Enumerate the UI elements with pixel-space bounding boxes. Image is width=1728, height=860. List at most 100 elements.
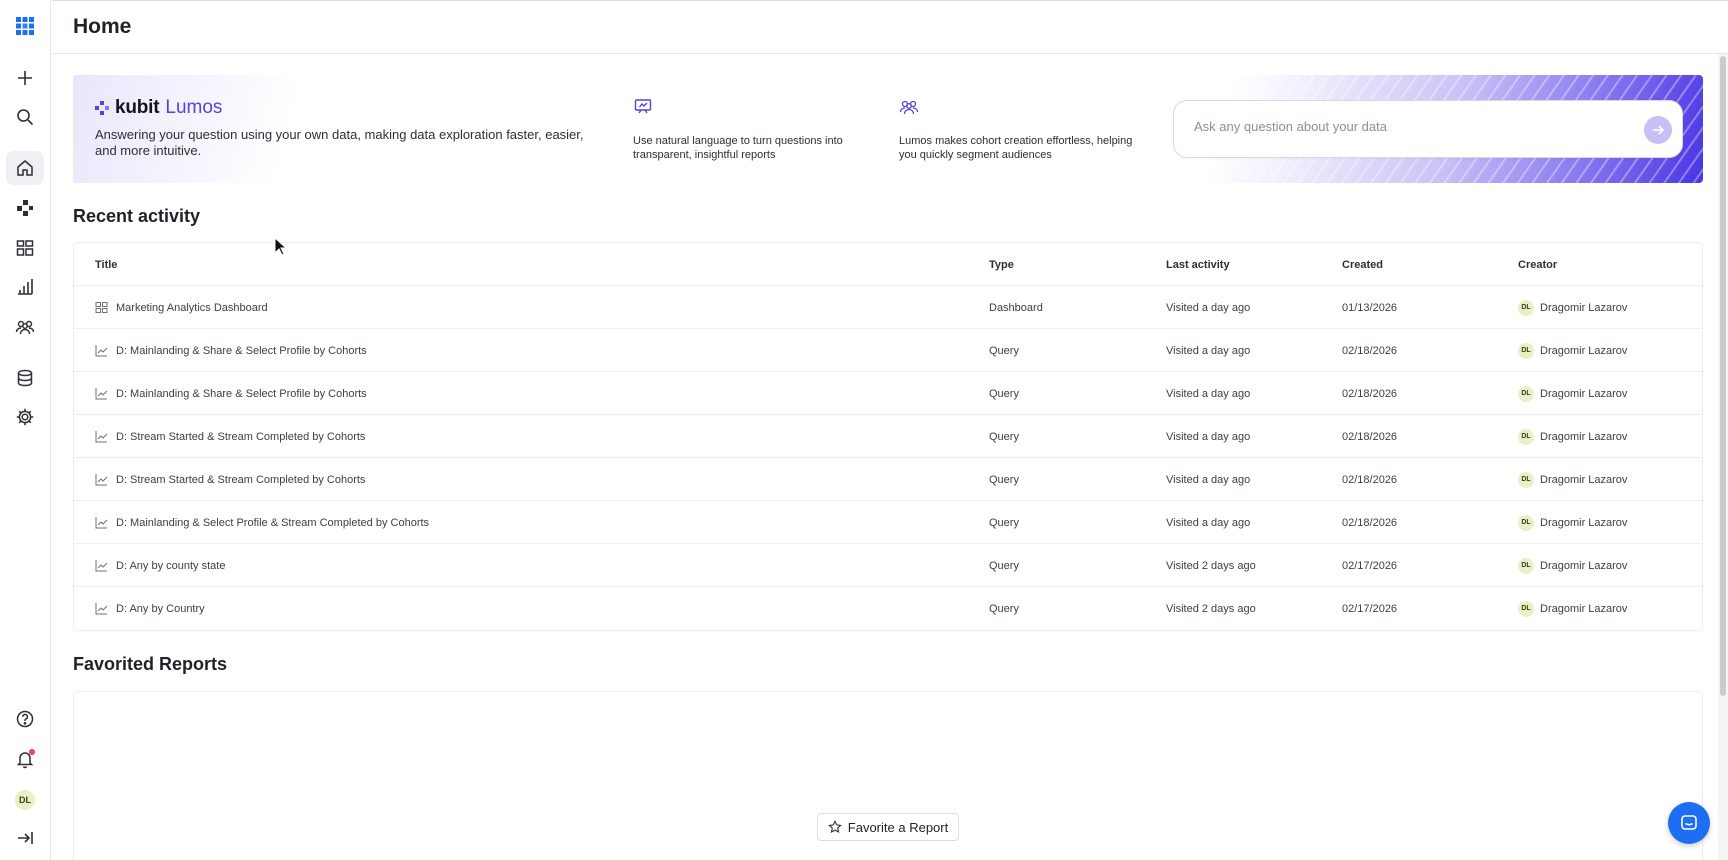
row-type: Query xyxy=(989,344,1019,357)
row-last-activity: Visited 2 days ago xyxy=(1166,602,1256,615)
nav-settings[interactable] xyxy=(6,400,44,434)
create-button[interactable] xyxy=(6,61,44,95)
row-title[interactable]: D: Stream Started & Stream Completed by … xyxy=(116,474,365,486)
bar-chart-icon xyxy=(18,279,33,295)
creator-avatar: DL xyxy=(1518,385,1534,402)
row-title[interactable]: D: Mainlanding & Share & Select Profile … xyxy=(116,388,367,400)
row-title[interactable]: D: Any by Country xyxy=(116,603,205,615)
nav-cohorts[interactable] xyxy=(6,310,44,344)
row-created: 02/18/2026 xyxy=(1342,387,1398,400)
nav-flows[interactable] xyxy=(6,191,44,225)
row-title[interactable]: D: Mainlanding & Select Profile & Stream… xyxy=(116,517,429,529)
line-chart-icon xyxy=(95,603,108,615)
nav-home[interactable] xyxy=(6,151,44,185)
row-last-activity: Visited a day ago xyxy=(1166,430,1251,443)
line-chart-icon xyxy=(95,474,108,486)
row-type: Dashboard xyxy=(989,301,1043,314)
row-type: Query xyxy=(989,387,1019,400)
row-last-activity: Visited a day ago xyxy=(1166,344,1251,357)
row-title[interactable]: D: Any by county state xyxy=(116,560,225,572)
row-creator: Dragomir Lazarov xyxy=(1540,301,1628,314)
row-created: 02/17/2026 xyxy=(1342,602,1398,615)
table-row[interactable]: D: Stream Started & Stream Completed by … xyxy=(74,415,1702,458)
plus-icon xyxy=(18,71,32,85)
creator-avatar: DL xyxy=(1518,514,1534,531)
ask-submit-button[interactable] xyxy=(1644,116,1672,144)
row-title[interactable]: D: Mainlanding & Share & Select Profile … xyxy=(116,345,367,357)
column-header-title[interactable]: Title xyxy=(95,243,117,286)
column-header-last-activity[interactable]: Last activity xyxy=(1166,243,1230,286)
brand-lumos: Lumos xyxy=(165,97,223,118)
row-last-activity: Visited a day ago xyxy=(1166,473,1251,486)
row-last-activity: Visited a day ago xyxy=(1166,387,1251,400)
column-header-type[interactable]: Type xyxy=(989,243,1014,286)
table-row[interactable]: D: Mainlanding & Share & Select Profile … xyxy=(74,372,1702,415)
table-row[interactable]: D: Mainlanding & Select Profile & Stream… xyxy=(74,501,1702,544)
row-creator: Dragomir Lazarov xyxy=(1540,430,1628,443)
user-avatar[interactable]: DL xyxy=(15,790,35,810)
line-chart-icon xyxy=(95,560,108,572)
row-creator: Dragomir Lazarov xyxy=(1540,387,1628,400)
column-header-creator[interactable]: Creator xyxy=(1518,243,1557,286)
row-creator: Dragomir Lazarov xyxy=(1540,602,1628,615)
row-created: 02/18/2026 xyxy=(1342,473,1398,486)
top-bar: Home xyxy=(52,0,1728,54)
creator-avatar: DL xyxy=(1518,557,1534,574)
users-icon xyxy=(15,320,35,335)
notifications-button[interactable] xyxy=(6,742,44,776)
nav-dashboards[interactable] xyxy=(6,231,44,265)
creator-avatar: DL xyxy=(1518,471,1534,488)
row-creator: Dragomir Lazarov xyxy=(1540,344,1628,357)
row-type: Query xyxy=(989,473,1019,486)
grid-logo-icon xyxy=(16,17,34,35)
scrollbar-thumb[interactable] xyxy=(1720,56,1726,696)
lumos-brand: kubit Lumos xyxy=(95,97,222,119)
ask-box xyxy=(1173,100,1683,158)
notification-dot xyxy=(29,749,35,755)
support-chat-button[interactable] xyxy=(1668,802,1710,844)
line-chart-icon xyxy=(95,345,108,357)
brand-kubit: kubit xyxy=(115,97,160,118)
table-row[interactable]: D: Stream Started & Stream Completed by … xyxy=(74,458,1702,501)
table-row[interactable]: D: Any by county state Query Visited 2 d… xyxy=(74,544,1702,587)
row-created: 02/18/2026 xyxy=(1342,516,1398,529)
lumos-banner: kubit Lumos Answering your question usin… xyxy=(73,75,1703,183)
search-button[interactable] xyxy=(6,100,44,134)
row-created: 02/18/2026 xyxy=(1342,344,1398,357)
arrow-right-icon xyxy=(1653,125,1665,135)
nav-reports[interactable] xyxy=(6,270,44,304)
nodes-icon xyxy=(17,200,33,216)
row-creator: Dragomir Lazarov xyxy=(1540,559,1628,572)
favorite-a-report-button[interactable]: Favorite a Report xyxy=(817,813,959,841)
presentation-icon xyxy=(634,99,652,114)
table-row[interactable]: D: Mainlanding & Share & Select Profile … xyxy=(74,329,1702,372)
recent-activity-title: Recent activity xyxy=(73,206,201,226)
row-last-activity: Visited a day ago xyxy=(1166,301,1251,314)
row-last-activity: Visited a day ago xyxy=(1166,516,1251,529)
row-title[interactable]: Marketing Analytics Dashboard xyxy=(116,302,268,314)
row-type: Query xyxy=(989,516,1019,529)
app-logo[interactable] xyxy=(6,9,44,43)
line-chart-icon xyxy=(95,431,108,443)
sidebar: DL xyxy=(0,0,51,860)
column-header-created[interactable]: Created xyxy=(1342,243,1383,286)
row-title[interactable]: D: Stream Started & Stream Completed by … xyxy=(116,431,365,443)
recent-activity-table: Title Type Last activity Created Creator… xyxy=(73,242,1703,631)
collapse-sidebar-button[interactable] xyxy=(6,821,44,855)
row-creator: Dragomir Lazarov xyxy=(1540,516,1628,529)
favorited-reports-title: Favorited Reports xyxy=(73,654,228,674)
favorite-a-report-label: Favorite a Report xyxy=(847,819,949,835)
row-created: 02/17/2026 xyxy=(1342,559,1398,572)
row-creator: Dragomir Lazarov xyxy=(1540,473,1628,486)
home-icon xyxy=(17,160,33,176)
ask-question-input[interactable] xyxy=(1194,119,1634,134)
row-created: 01/13/2026 xyxy=(1342,301,1398,314)
creator-avatar: DL xyxy=(1518,342,1534,359)
table-row[interactable]: Marketing Analytics Dashboard Dashboard … xyxy=(74,286,1702,329)
row-type: Query xyxy=(989,430,1019,443)
help-button[interactable] xyxy=(6,702,44,736)
feature-reports: Use natural language to turn questions i… xyxy=(633,97,873,162)
banner-description: Answering your question using your own d… xyxy=(95,127,584,158)
table-row[interactable]: D: Any by Country Query Visited 2 days a… xyxy=(74,587,1702,630)
nav-data[interactable] xyxy=(6,361,44,395)
